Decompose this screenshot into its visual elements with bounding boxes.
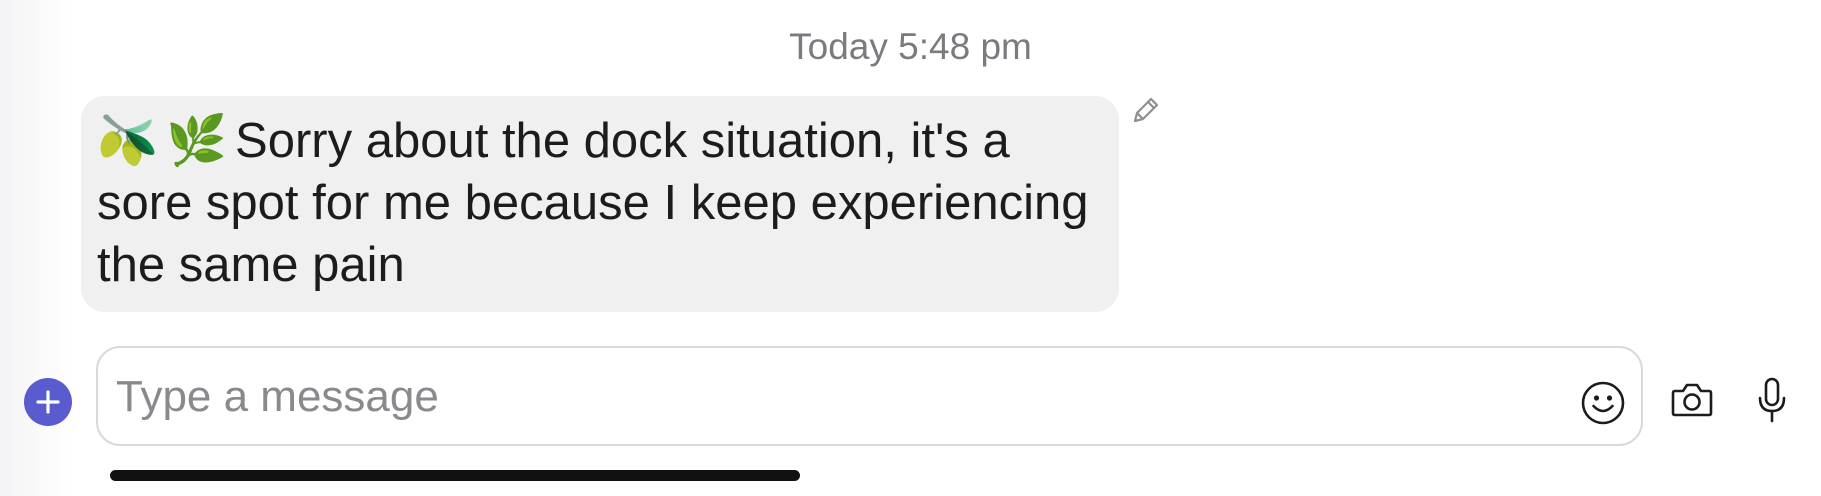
olive-emoji: 🫒: [97, 114, 159, 168]
camera-icon[interactable]: [1670, 380, 1714, 420]
chat-screen: Today 5:48 pm 🫒 🌿 Sorry about the dock s…: [0, 0, 1821, 496]
microphone-icon[interactable]: [1757, 376, 1787, 424]
message-timestamp: Today 5:48 pm: [789, 26, 1032, 67]
message-line: 🫒 🌿 Sorry about the dock situation, it's…: [97, 110, 1103, 172]
smiley-icon[interactable]: [1580, 380, 1626, 426]
home-indicator: [110, 470, 800, 481]
message-text-line-2: sore spot for me because I keep experien…: [97, 176, 1089, 230]
message-input[interactable]: [116, 372, 1516, 422]
message-text-line-3: the same pain: [97, 238, 405, 292]
add-attachment-button[interactable]: [24, 378, 72, 426]
message-input-box[interactable]: [96, 346, 1643, 446]
message-text-line-1: Sorry about the dock situation, it's a: [235, 114, 1010, 168]
pencil-icon[interactable]: [1128, 94, 1162, 128]
plus-icon: [36, 390, 60, 414]
herb-emoji: 🌿: [166, 114, 228, 168]
message-line: sore spot for me because I keep experien…: [97, 172, 1103, 234]
message-line: the same pain: [97, 234, 1103, 296]
message-bubble[interactable]: 🫒 🌿 Sorry about the dock situation, it's…: [81, 96, 1119, 312]
